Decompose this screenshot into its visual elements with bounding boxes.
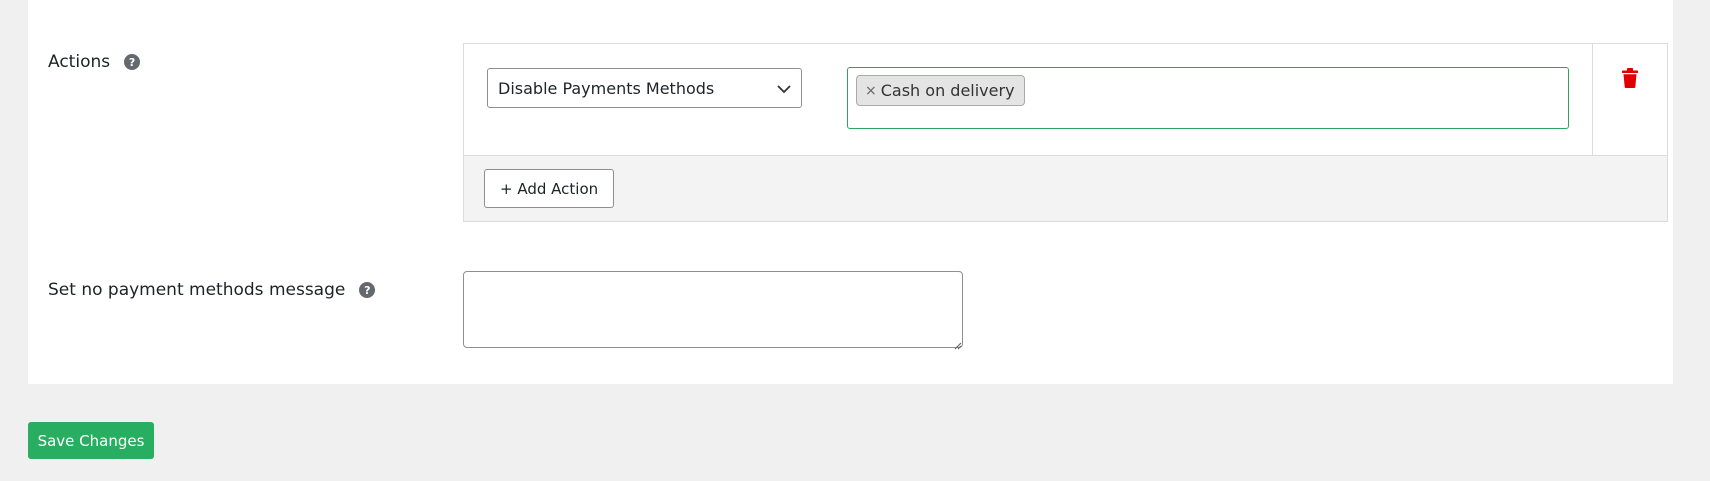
no-payment-message-label: Set no payment methods message: [48, 280, 346, 300]
chevron-down-icon: [777, 79, 791, 98]
selected-tag: × Cash on delivery: [856, 75, 1025, 106]
actions-row-label: Actions ?: [48, 52, 141, 72]
add-action-button[interactable]: + Add Action: [484, 169, 615, 208]
actions-footer: + Add Action: [464, 156, 1667, 221]
delete-action-cell: [1592, 44, 1667, 156]
action-type-selected: Disable Payments Methods: [498, 78, 715, 98]
trash-icon[interactable]: [1622, 68, 1638, 156]
message-row-label: Set no payment methods message ?: [48, 280, 376, 300]
save-changes-button[interactable]: Save Changes: [28, 422, 154, 459]
tag-label: Cash on delivery: [880, 81, 1015, 100]
actions-label: Actions: [48, 52, 111, 72]
settings-panel: Actions ? Disable Payments Methods × Cas…: [28, 0, 1673, 384]
action-row: Disable Payments Methods × Cash on deliv…: [464, 44, 1667, 156]
payment-methods-multiselect[interactable]: × Cash on delivery: [847, 67, 1569, 129]
resize-grip-icon[interactable]: [953, 337, 962, 350]
action-type-select[interactable]: Disable Payments Methods: [487, 68, 802, 108]
tag-remove-icon[interactable]: ×: [865, 83, 877, 99]
actions-repeater: Disable Payments Methods × Cash on deliv…: [463, 43, 1668, 222]
question-circle-icon[interactable]: ?: [359, 282, 376, 298]
no-payment-message-textarea[interactable]: [463, 271, 963, 348]
question-circle-icon[interactable]: ?: [124, 54, 141, 70]
